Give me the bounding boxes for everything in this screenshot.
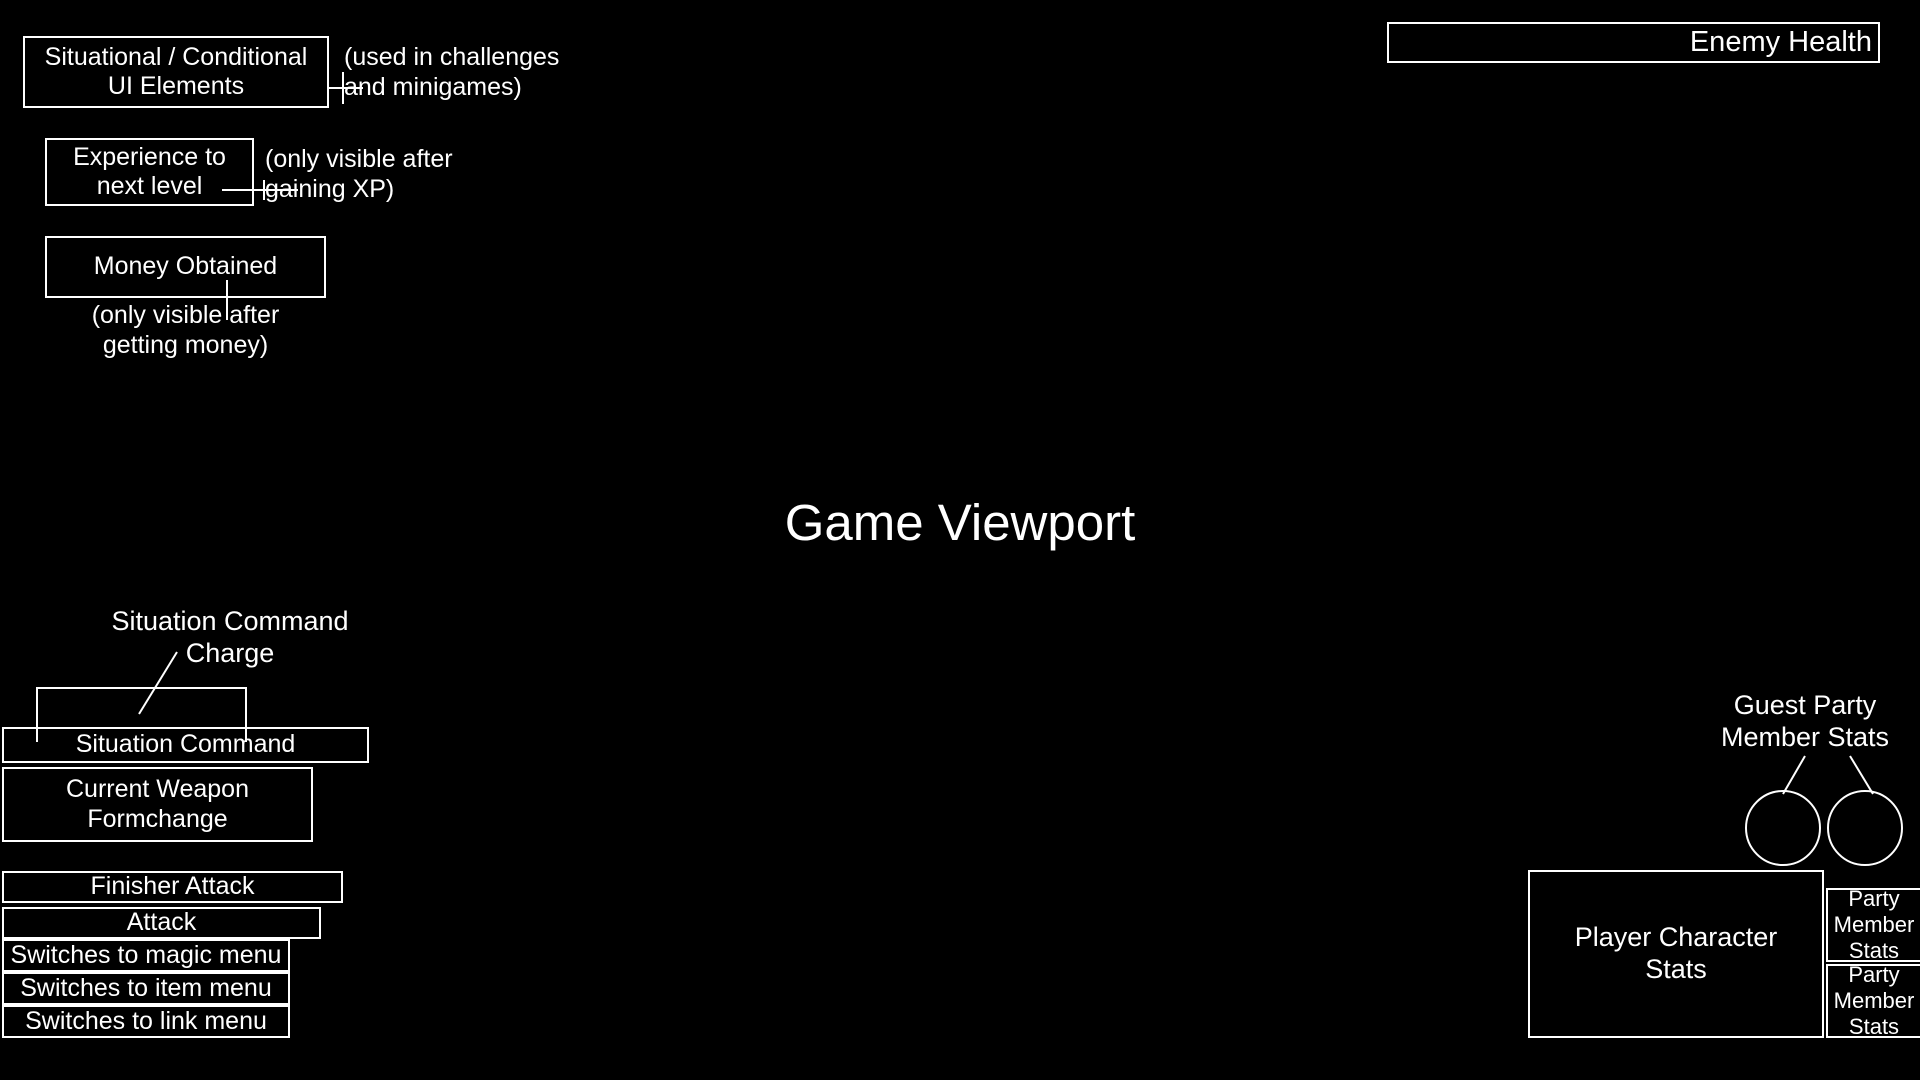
attack-item[interactable]: Attack	[2, 907, 321, 939]
current-weapon-formchange-item[interactable]: Current Weapon Formchange	[2, 767, 313, 842]
link-menu-item[interactable]: Switches to link menu	[2, 1005, 290, 1038]
player-character-stats-box: Player Character Stats	[1528, 870, 1824, 1038]
situation-command-charge-label: Situation Command Charge	[111, 606, 349, 669]
finisher-attack-item[interactable]: Finisher Attack	[2, 871, 343, 903]
experience-note: (only visible after gaining XP)	[265, 145, 453, 203]
money-obtained-note: (only visible after getting money)	[91, 301, 280, 359]
game-viewport-title: Game Viewport	[784, 494, 1136, 551]
item-menu-item[interactable]: Switches to item menu	[2, 972, 290, 1005]
guest-party-member-portrait-2	[1827, 790, 1903, 866]
game-hud-wireframe: Situational / Conditional UI Elements (u…	[0, 0, 1920, 1080]
guest-party-member-stats-label: Guest Party Member Stats	[1720, 690, 1890, 753]
party-member-stats-box-1: Party Member Stats	[1826, 886, 1920, 963]
situational-ui-note: (used in challenges and minigames)	[344, 43, 560, 101]
magic-menu-item[interactable]: Switches to magic menu	[2, 939, 290, 972]
situational-ui-elements-box: Situational / Conditional UI Elements	[23, 36, 329, 108]
enemy-health-bar: Enemy Health	[1387, 22, 1880, 63]
guest-party-member-portrait-1	[1745, 790, 1821, 866]
experience-to-next-level-box: Experience to next level	[45, 138, 254, 206]
party-member-stats-box-2: Party Member Stats	[1826, 962, 1920, 1039]
money-obtained-box: Money Obtained	[45, 236, 326, 298]
situation-command-item[interactable]: Situation Command	[2, 727, 369, 763]
